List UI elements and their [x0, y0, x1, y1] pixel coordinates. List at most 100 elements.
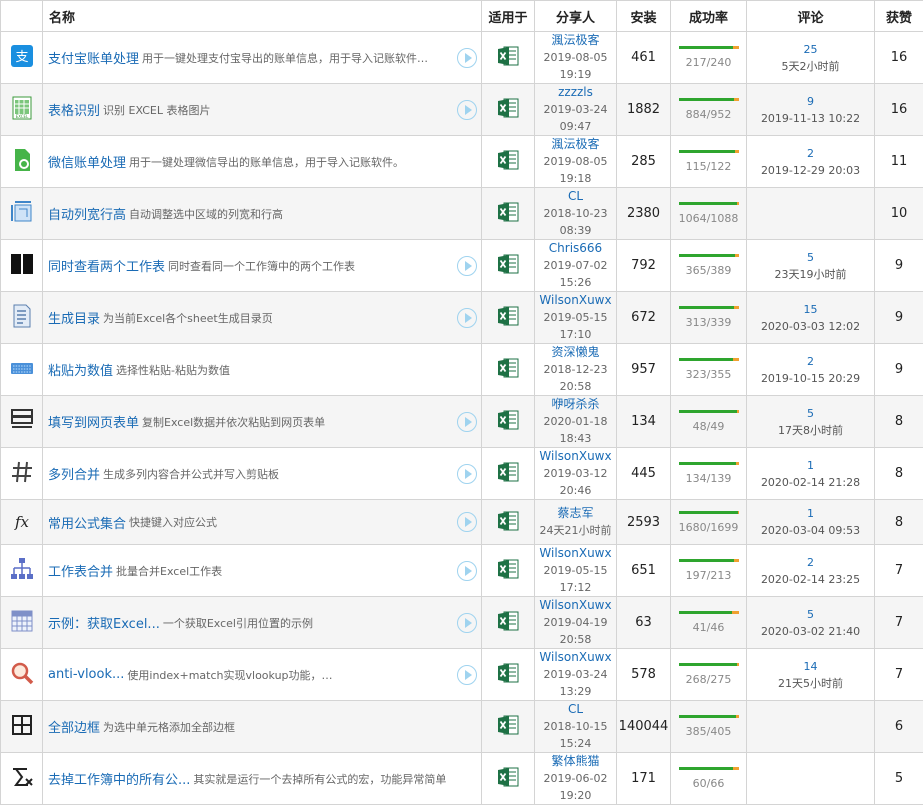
- sharer-link[interactable]: 咿呀杀杀: [535, 396, 616, 413]
- table-row[interactable]: 多列合并生成多列内容合并公式并写入剪贴板WilsonXuwx2019-03-12…: [1, 448, 923, 500]
- plugin-name-cell: 工作表合并批量合并Excel工作表: [43, 545, 482, 597]
- sharer-link[interactable]: 繁体熊猫: [535, 753, 616, 770]
- likes-count: 5: [875, 753, 923, 805]
- success-rate-cell: 48/49: [671, 396, 747, 448]
- success-rate-cell: 41/46: [671, 597, 747, 649]
- table-row[interactable]: 微信账单处理用于一键处理微信导出的账单信息，用于导入记账软件。渢沄极客2019-…: [1, 136, 923, 188]
- share-date: 24天21小时前: [535, 522, 616, 539]
- play-video-icon[interactable]: [457, 48, 477, 68]
- header-comments[interactable]: 评论: [747, 1, 875, 32]
- sharer-link[interactable]: Chris666: [535, 240, 616, 257]
- table-row[interactable]: 工作表合并批量合并Excel工作表WilsonXuwx2019-05-15 17…: [1, 545, 923, 597]
- comment-time: 2020-02-14 21:28: [747, 474, 874, 491]
- plugin-table: 名称 适用于 分享人 安装 成功率 评论 获赞 支支付宝账单处理用于一键处理支付…: [0, 0, 923, 805]
- plugin-title-link[interactable]: 示例：获取Excel...: [48, 613, 160, 632]
- plugin-title-link[interactable]: 粘贴为数值: [48, 360, 113, 379]
- table-row[interactable]: 同时查看两个工作表同时查看同一个工作簿中的两个工作表Chris6662019-0…: [1, 240, 923, 292]
- plugin-title-link[interactable]: 同时查看两个工作表: [48, 256, 165, 275]
- comment-count-link[interactable]: 2: [747, 145, 874, 162]
- play-video-icon[interactable]: [457, 412, 477, 432]
- header-installs[interactable]: 安装: [617, 1, 671, 32]
- table-row[interactable]: 自动列宽行高自动调整选中区域的列宽和行高CL2018-10-23 08:3923…: [1, 188, 923, 240]
- play-video-icon[interactable]: [457, 512, 477, 532]
- play-video-icon[interactable]: [457, 100, 477, 120]
- header-likes[interactable]: 获赞: [875, 1, 923, 32]
- success-rate-bar: [679, 559, 739, 562]
- comment-count-link[interactable]: 2: [747, 353, 874, 370]
- sharer-link[interactable]: 蔡志军: [535, 505, 616, 522]
- play-video-icon[interactable]: [457, 308, 477, 328]
- plugin-title-link[interactable]: 填写到网页表单: [48, 412, 139, 431]
- sharer-link[interactable]: CL: [535, 701, 616, 718]
- wechat-bill-icon: [10, 148, 34, 172]
- table-row[interactable]: 示例：获取Excel...一个获取Excel引用位置的示例WilsonXuwx2…: [1, 597, 923, 649]
- plugin-title-link[interactable]: 常用公式集合: [48, 513, 126, 532]
- plugin-title-link[interactable]: 自动列宽行高: [48, 204, 126, 223]
- play-video-icon[interactable]: [457, 561, 477, 581]
- sharer-link[interactable]: 渢沄极客: [535, 32, 616, 49]
- table-row[interactable]: 粘贴为数值选择性粘贴-粘贴为数值资深懒鬼2018-12-23 20:589573…: [1, 344, 923, 396]
- sharer-link[interactable]: WilsonXuwx: [535, 597, 616, 614]
- table-row[interactable]: fx常用公式集合快捷键入对应公式蔡志军24天21小时前25931680/1699…: [1, 500, 923, 545]
- excel-icon: [497, 108, 519, 122]
- play-video-icon[interactable]: [457, 613, 477, 633]
- sharer-link[interactable]: CL: [535, 188, 616, 205]
- comment-count-link[interactable]: 9: [747, 93, 874, 110]
- plugin-title-link[interactable]: 微信账单处理: [48, 152, 126, 171]
- comment-count-link[interactable]: 14: [747, 658, 874, 675]
- comment-count-link[interactable]: 1: [747, 505, 874, 522]
- success-ratio: 41/46: [671, 621, 746, 634]
- table-row[interactable]: anti-vlook...使用index+match实现vlookup功能，…W…: [1, 649, 923, 701]
- success-rate-bar: [679, 663, 739, 666]
- comment-count-link[interactable]: 5: [747, 606, 874, 623]
- table-row[interactable]: 全部边框为选中单元格添加全部边框CL2018-10-15 15:24140044…: [1, 701, 923, 753]
- plugin-title-link[interactable]: 去掉工作簿中的所有公...: [48, 769, 190, 788]
- plugin-description: 其实就是运行一个去掉所有公式的宏，功能异常简单: [193, 771, 477, 787]
- comment-count-link[interactable]: 25: [747, 41, 874, 58]
- comment-count-link[interactable]: 1: [747, 457, 874, 474]
- comment-cell: [747, 701, 875, 753]
- sharer-link[interactable]: 渢沄极客: [535, 136, 616, 153]
- play-video-icon[interactable]: [457, 464, 477, 484]
- plugin-title-link[interactable]: 表格识别: [48, 100, 100, 119]
- plugin-icon-cell: [1, 292, 43, 344]
- plugin-title-link[interactable]: 生成目录: [48, 308, 100, 327]
- comment-time: 17天8小时前: [747, 422, 874, 439]
- success-ratio: 323/355: [671, 368, 746, 381]
- plugin-title-link[interactable]: 支付宝账单处理: [48, 48, 139, 67]
- likes-count: 8: [875, 500, 923, 545]
- plugin-title-link[interactable]: 全部边框: [48, 717, 100, 736]
- comment-count-link[interactable]: 5: [747, 249, 874, 266]
- sharer-link[interactable]: WilsonXuwx: [535, 292, 616, 309]
- org-chart-icon: [10, 557, 34, 581]
- likes-count: 10: [875, 188, 923, 240]
- sharer-link[interactable]: 资深懒鬼: [535, 344, 616, 361]
- sharer-link[interactable]: WilsonXuwx: [535, 448, 616, 465]
- comment-count-link[interactable]: 5: [747, 405, 874, 422]
- header-app[interactable]: 适用于: [482, 1, 535, 32]
- install-count: 63: [617, 597, 671, 649]
- sharer-link[interactable]: WilsonXuwx: [535, 545, 616, 562]
- sharer-link[interactable]: WilsonXuwx: [535, 649, 616, 666]
- comment-count-link[interactable]: 2: [747, 554, 874, 571]
- plugin-title-link[interactable]: anti-vlook...: [48, 667, 124, 682]
- plugin-title-link[interactable]: 工作表合并: [48, 561, 113, 580]
- table-row[interactable]: 生成目录为当前Excel各个sheet生成目录页WilsonXuwx2019-0…: [1, 292, 923, 344]
- header-success-rate[interactable]: 成功率: [671, 1, 747, 32]
- header-sharer[interactable]: 分享人: [535, 1, 617, 32]
- plugin-icon-cell: [1, 344, 43, 396]
- play-video-icon[interactable]: [457, 256, 477, 276]
- table-row[interactable]: EXCEL表格识别识别 EXCEL 表格图片zzzzls2019-03-24 0…: [1, 84, 923, 136]
- plugin-title-link[interactable]: 多列合并: [48, 464, 100, 483]
- sharer-cell: 咿呀杀杀2020-01-18 18:43: [535, 396, 617, 448]
- header-name[interactable]: 名称: [43, 1, 482, 32]
- table-row[interactable]: 支支付宝账单处理用于一键处理支付宝导出的账单信息，用于导入记账软件…渢沄极客20…: [1, 32, 923, 84]
- play-video-icon[interactable]: [457, 665, 477, 685]
- table-row[interactable]: 去掉工作簿中的所有公...其实就是运行一个去掉所有公式的宏，功能异常简单 繁体熊猫…: [1, 753, 923, 805]
- comment-time: 2020-03-04 09:53: [747, 522, 874, 539]
- sharer-link[interactable]: zzzzls: [535, 84, 616, 101]
- table-row[interactable]: 填写到网页表单复制Excel数据并依次粘贴到网页表单咿呀杀杀2020-01-18…: [1, 396, 923, 448]
- comment-count-link[interactable]: 15: [747, 301, 874, 318]
- comment-cell: 12020-03-04 09:53: [747, 500, 875, 545]
- success-rate-cell: 268/275: [671, 649, 747, 701]
